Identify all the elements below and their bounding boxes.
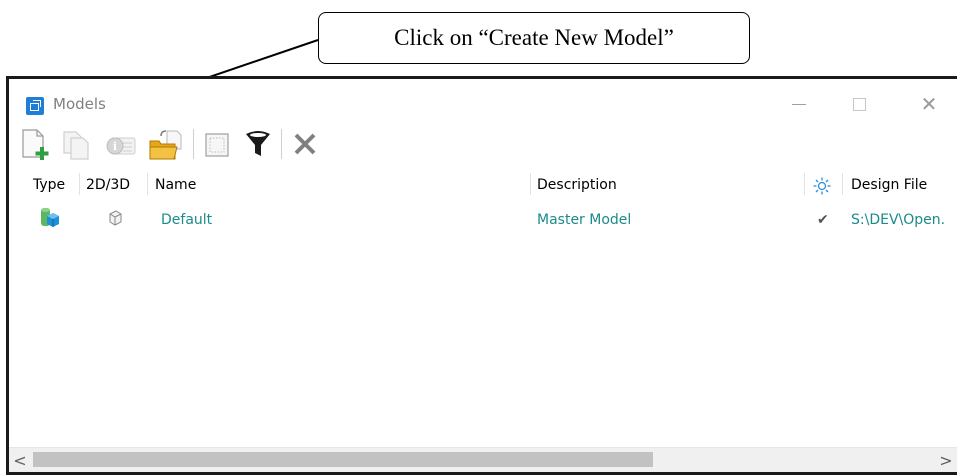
create-new-model-button[interactable] — [19, 127, 53, 161]
column-divider[interactable] — [79, 173, 80, 195]
models-list: Type 2D/3D Name Description Design File — [9, 169, 957, 439]
models-app-icon — [26, 97, 44, 115]
copy-model-button[interactable] — [59, 127, 93, 161]
filter-icon — [246, 131, 270, 156]
active-model-sun-icon[interactable] — [813, 177, 831, 195]
title-bar: Models ✕ — [9, 79, 957, 123]
column-divider[interactable] — [804, 173, 805, 195]
callout-box: Click on “Create New Model” — [318, 12, 750, 64]
horizontal-scrollbar[interactable]: < > — [9, 447, 957, 472]
column-divider[interactable] — [147, 173, 148, 195]
window-title: Models — [53, 95, 106, 113]
properties-icon: i — [106, 137, 136, 155]
minimize-icon — [792, 103, 806, 105]
column-header-name[interactable]: Name — [155, 177, 196, 193]
copy-icon — [63, 131, 89, 160]
3d-cube-icon — [109, 210, 122, 226]
active-check: ✔ — [817, 212, 829, 228]
filter-button[interactable] — [241, 127, 275, 161]
column-header-type[interactable]: Type — [33, 177, 65, 193]
scroll-right-button[interactable]: > — [937, 450, 955, 470]
column-header-description[interactable]: Description — [537, 177, 617, 193]
column-divider[interactable] — [842, 173, 843, 195]
maximize-icon — [852, 97, 866, 111]
design-model-icon — [41, 208, 59, 227]
toolbar: i — [9, 123, 957, 165]
design-file-path: S:\DEV\Open. — [851, 212, 946, 228]
toolbar-separator — [281, 129, 282, 159]
delete-icon — [294, 133, 316, 155]
maximize-button[interactable] — [839, 91, 879, 117]
toolbar-separator — [193, 129, 194, 159]
close-icon: ✕ — [920, 92, 938, 116]
folder-import-icon — [149, 130, 182, 160]
delete-model-button[interactable] — [289, 127, 323, 161]
selection-rect-icon — [205, 133, 229, 157]
models-window: Models ✕ i Type 2D/3D Name Description D… — [6, 76, 957, 475]
scroll-left-button[interactable]: < — [11, 450, 29, 470]
column-divider[interactable] — [530, 173, 531, 195]
model-name: Default — [161, 212, 213, 228]
scroll-thumb[interactable] — [33, 452, 653, 467]
model-properties-button[interactable]: i — [101, 127, 141, 161]
svg-text:i: i — [113, 140, 117, 153]
column-header-design-file[interactable]: Design File — [851, 177, 927, 193]
model-description: Master Model — [537, 212, 632, 228]
callout-text: Click on “Create New Model” — [394, 25, 674, 50]
import-model-button[interactable] — [147, 127, 187, 161]
column-header-2d3d[interactable]: 2D/3D — [86, 177, 130, 193]
view-area-button[interactable] — [201, 127, 235, 161]
minimize-button[interactable] — [779, 91, 819, 117]
new-file-plus-icon — [22, 129, 49, 160]
close-button[interactable]: ✕ — [909, 91, 949, 117]
